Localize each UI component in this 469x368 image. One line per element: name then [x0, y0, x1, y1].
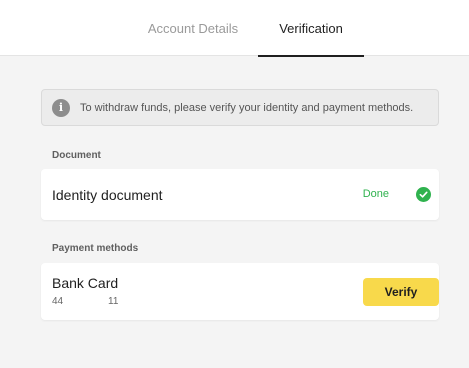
card-number-end: 11 [108, 296, 119, 307]
identity-document-card: Identity document Done [41, 169, 439, 220]
verify-button[interactable]: Verify [363, 278, 439, 306]
tab-verification[interactable]: Verification [258, 0, 364, 57]
section-label-payment-methods: Payment methods [52, 243, 139, 254]
tab-verification-label: Verification [279, 20, 343, 36]
tab-bar: Account Details Verification [0, 0, 469, 57]
section-label-document: Document [52, 150, 101, 161]
tab-account-details-label: Account Details [147, 20, 239, 36]
status-badge: Done [362, 188, 389, 200]
bank-card-item: Bank Card 44 11 Verify [41, 263, 439, 320]
info-banner-text: To withdraw funds, please verify your id… [80, 101, 414, 114]
info-icon: i [52, 98, 70, 117]
tab-account-details[interactable]: Account Details [128, 0, 258, 56]
check-circle-icon [416, 187, 431, 202]
active-tab-indicator [258, 55, 364, 57]
checkmark-icon [419, 191, 428, 198]
identity-document-title: Identity document [52, 187, 163, 203]
info-banner: i To withdraw funds, please verify your … [41, 89, 439, 126]
card-number-start: 44 [52, 296, 64, 307]
bank-card-title: Bank Card [52, 275, 119, 291]
